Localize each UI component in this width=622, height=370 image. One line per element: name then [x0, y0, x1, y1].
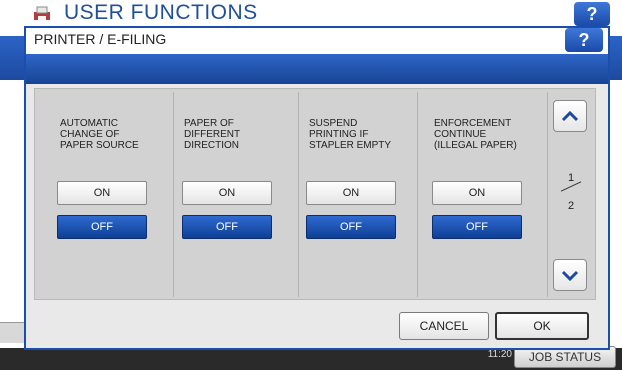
background-band-left: [0, 36, 24, 80]
background-band-right: [610, 36, 622, 80]
ok-button[interactable]: OK: [495, 312, 589, 340]
suspend-printing-off-button[interactable]: OFF: [306, 215, 396, 239]
clock: 11:20: [487, 349, 512, 360]
scroll-down-button[interactable]: [553, 259, 587, 291]
setting-label-enforcement-continue: ENFORCEMENT CONTINUE (ILLEGAL PAPER): [434, 118, 517, 151]
suspend-printing-on-button[interactable]: ON: [306, 181, 396, 205]
page-total: 2: [567, 200, 575, 212]
printer-logo-icon: [32, 6, 52, 22]
enforcement-continue-off-button[interactable]: OFF: [432, 215, 522, 239]
page-current: 1: [567, 172, 575, 184]
auto-change-paper-source-on-button[interactable]: ON: [57, 181, 147, 205]
chevron-down-icon: [561, 270, 579, 282]
background-help-button[interactable]: ?: [574, 2, 610, 26]
chevron-up-icon: [561, 110, 579, 122]
dialog-header-band: [26, 54, 608, 84]
column-divider: [547, 92, 548, 297]
enforcement-continue-on-button[interactable]: ON: [432, 181, 522, 205]
column-divider: [298, 92, 299, 297]
help-button[interactable]: ?: [565, 28, 603, 52]
column-divider: [417, 92, 418, 297]
column-divider: [173, 92, 174, 297]
cancel-button[interactable]: CANCEL: [399, 312, 489, 340]
background-title: USER FUNCTIONS: [64, 1, 258, 24]
setting-label-suspend-printing-stapler-empty: SUSPEND PRINTING IF STAPLER EMPTY: [309, 118, 392, 151]
paper-different-direction-off-button[interactable]: OFF: [182, 215, 272, 239]
scroll-up-button[interactable]: [553, 100, 587, 132]
paper-different-direction-on-button[interactable]: ON: [182, 181, 272, 205]
setting-label-auto-change-paper-source: AUTOMATIC CHANGE OF PAPER SOURCE: [60, 118, 139, 151]
background-strip: [0, 322, 24, 343]
auto-change-paper-source-off-button[interactable]: OFF: [57, 215, 147, 239]
dialog-title: PRINTER / E-FILING: [34, 31, 167, 47]
setting-label-paper-different-direction: PAPER OF DIFFERENT DIRECTION: [184, 118, 241, 151]
